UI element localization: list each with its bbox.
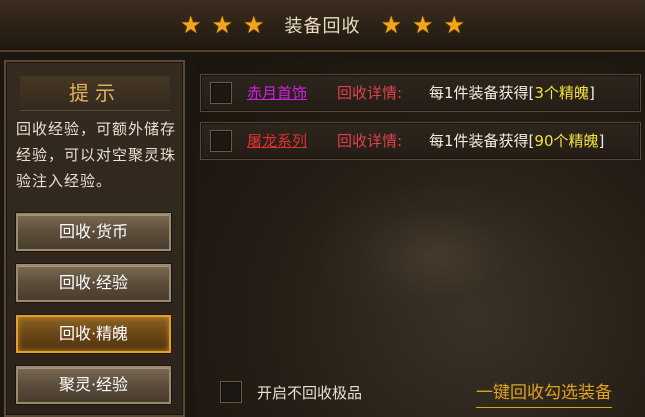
no-recycle-best-label: 开启不回收极品	[257, 384, 363, 402]
detail-text: 每1件装备获得[90个精魄]	[429, 132, 605, 150]
title-group: ★ ★ ★ 装备回收 ★ ★ ★	[0, 0, 645, 50]
gather-exp-button[interactable]: 聚灵·经验	[16, 366, 171, 404]
star-icon: ★	[380, 11, 403, 39]
star-icon: ★	[412, 11, 434, 39]
detail-text: 每1件装备获得[3个精魄]	[429, 84, 595, 102]
dragon-emblem-background	[320, 185, 550, 325]
star-icon: ★	[179, 11, 202, 39]
row-checkbox[interactable]	[210, 130, 232, 152]
one-key-recycle-button[interactable]: 一键回收勾选装备	[476, 379, 612, 408]
tip-title: 提示	[20, 76, 170, 111]
recycle-soul-button[interactable]: 回收·精魄	[16, 315, 171, 353]
star-icon: ★	[443, 11, 466, 39]
star-icon: ★	[211, 11, 233, 39]
recycle-exp-button[interactable]: 回收·经验	[16, 264, 171, 302]
row-checkbox[interactable]	[210, 82, 232, 104]
item-name-link[interactable]: 赤月首饰	[247, 75, 307, 111]
item-name-link[interactable]: 屠龙系列	[247, 123, 307, 159]
reward-amount: 3个精魄	[534, 84, 589, 102]
recycle-row: 屠龙系列 回收详情: 每1件装备获得[90个精魄]	[200, 122, 641, 160]
reward-amount: 90个精魄	[534, 132, 599, 150]
window-title: 装备回收	[284, 16, 361, 37]
tip-text: 回收经验，可额外储存经验，可以对空聚灵珠验注入经验。	[16, 120, 177, 190]
no-recycle-best-checkbox[interactable]	[220, 381, 242, 403]
recycle-currency-button[interactable]: 回收·货币	[16, 213, 171, 251]
detail-label: 回收详情:	[337, 84, 403, 102]
recycle-row: 赤月首饰 回收详情: 每1件装备获得[3个精魄]	[200, 74, 641, 112]
star-icon: ★	[242, 11, 265, 39]
detail-label: 回收详情:	[337, 132, 403, 150]
